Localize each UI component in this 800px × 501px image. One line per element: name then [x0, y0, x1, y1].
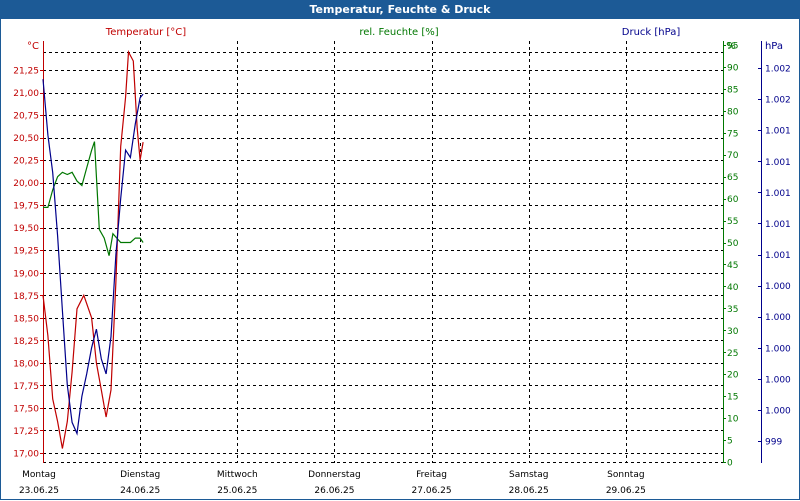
temperature-tick-label: 17,50 — [13, 404, 39, 414]
pressure-tick-label: 1.001 — [765, 127, 791, 137]
x-tick-date-label: 29.06.25 — [606, 486, 646, 496]
temperature-tick-label: 18,00 — [13, 359, 39, 369]
x-tick-day-label: Donnerstag — [308, 470, 361, 480]
humidity-tick-label: 55 — [727, 217, 738, 227]
temperature-tick-label: 19,75 — [13, 202, 39, 212]
x-tick-date-label: 27.06.25 — [412, 486, 452, 496]
temperature-tick-label: 20,25 — [13, 157, 39, 167]
pressure-tick-label: 1.001 — [765, 158, 791, 168]
humidity-tick-label: 60 — [727, 195, 739, 205]
temperature-tick-label: 20,75 — [13, 112, 39, 122]
humidity-axis-title: rel. Feuchte [%] — [359, 27, 438, 38]
pressure-tick-label: 1.000 — [765, 282, 791, 292]
pressure-tick-label: 1.002 — [765, 96, 791, 106]
temperature-tick-label: 18,75 — [13, 292, 39, 302]
pressure-tick-label: 1.001 — [765, 220, 791, 230]
humidity-tick-label: 40 — [727, 283, 739, 293]
labels: Temperatur [°C] rel. Feuchte [%] Druck [hP… — [13, 27, 791, 496]
humidity-tick-label: 5 — [727, 437, 733, 447]
x-tick-day-label: Freitag — [416, 470, 447, 480]
temperature-tick-label: 19,25 — [13, 247, 39, 257]
pressure-tick-label: 1.000 — [765, 406, 791, 416]
temperature-tick-label: 17,75 — [13, 382, 39, 392]
temperature-tick-label: 19,00 — [13, 269, 39, 279]
x-tick-day-label: Montag — [22, 470, 56, 480]
x-tick-date-label: 23.06.25 — [19, 486, 59, 496]
humidity-tick-label: 90 — [727, 63, 739, 73]
humidity-tick-label: 15 — [727, 393, 738, 403]
chart-area: Temperatur [°C] rel. Feuchte [%] Druck [hP… — [13, 27, 791, 496]
x-tick-day-label: Dienstag — [120, 470, 160, 480]
pressure-tick-label: 1.001 — [765, 251, 791, 261]
x-tick-day-label: Samstag — [509, 470, 548, 480]
axes — [40, 41, 762, 463]
pressure-axis-title: Druck [hPa] — [622, 27, 681, 38]
temperature-tick-label: 21,00 — [13, 89, 39, 99]
x-tick-date-label: 28.06.25 — [509, 486, 549, 496]
temperature-tick-label: 20,50 — [13, 134, 39, 144]
pressure-tick-label: 1.000 — [765, 344, 791, 354]
humidity-tick-label: 70 — [727, 151, 739, 161]
temperature-axis-title: Temperatur [°C] — [105, 27, 186, 38]
temperature-tick-label: 17,25 — [13, 427, 39, 437]
humidity-tick-label: 45 — [727, 261, 738, 271]
temperature-tick-label: 19,50 — [13, 224, 39, 234]
humidity-tick-label: 30 — [727, 327, 739, 337]
humidity-tick-label: 35 — [727, 305, 738, 315]
x-tick-date-label: 25.06.25 — [217, 486, 257, 496]
temperature-tick-label: 17,00 — [13, 450, 39, 460]
pressure-tick-label: 1.000 — [765, 375, 791, 385]
humidity-tick-label: 50 — [727, 239, 739, 249]
humidity-tick-label: 75 — [727, 129, 738, 139]
pressure-unit-label: hPa — [765, 41, 783, 52]
grid — [43, 41, 723, 463]
pressure-tick-label: 1.000 — [765, 313, 791, 323]
temperature-unit-label: °C — [27, 41, 39, 52]
pressure-series-line — [42, 79, 144, 436]
temperature-tick-label: 18,50 — [13, 314, 39, 324]
humidity-tick-label: 65 — [727, 173, 738, 183]
temperature-tick-label: 21,25 — [13, 67, 39, 77]
humidity-tick-label: 80 — [727, 107, 739, 117]
x-tick-day-label: Mittwoch — [217, 470, 258, 480]
humidity-tick-label: 85 — [727, 85, 738, 95]
humidity-tick-label: 25 — [727, 349, 738, 359]
chart-window: Temperatur, Feuchte & Druck Temperatur [… — [0, 0, 800, 500]
pressure-tick-label: 1.001 — [765, 189, 791, 199]
humidity-tick-label: 0 — [727, 459, 733, 469]
humidity-tick-label: 10 — [727, 415, 739, 425]
temperature-tick-label: 20,00 — [13, 179, 39, 189]
x-tick-date-label: 24.06.25 — [120, 486, 160, 496]
x-tick-date-label: 26.06.25 — [314, 486, 354, 496]
x-tick-day-label: Sonntag — [607, 470, 644, 480]
humidity-tick-label: 20 — [727, 371, 739, 381]
pressure-tick-label: 1.002 — [765, 65, 791, 75]
pressure-tick-label: 999 — [765, 438, 782, 448]
temperature-tick-label: 18,25 — [13, 337, 39, 347]
humidity-tick-label: 95 — [727, 42, 738, 52]
